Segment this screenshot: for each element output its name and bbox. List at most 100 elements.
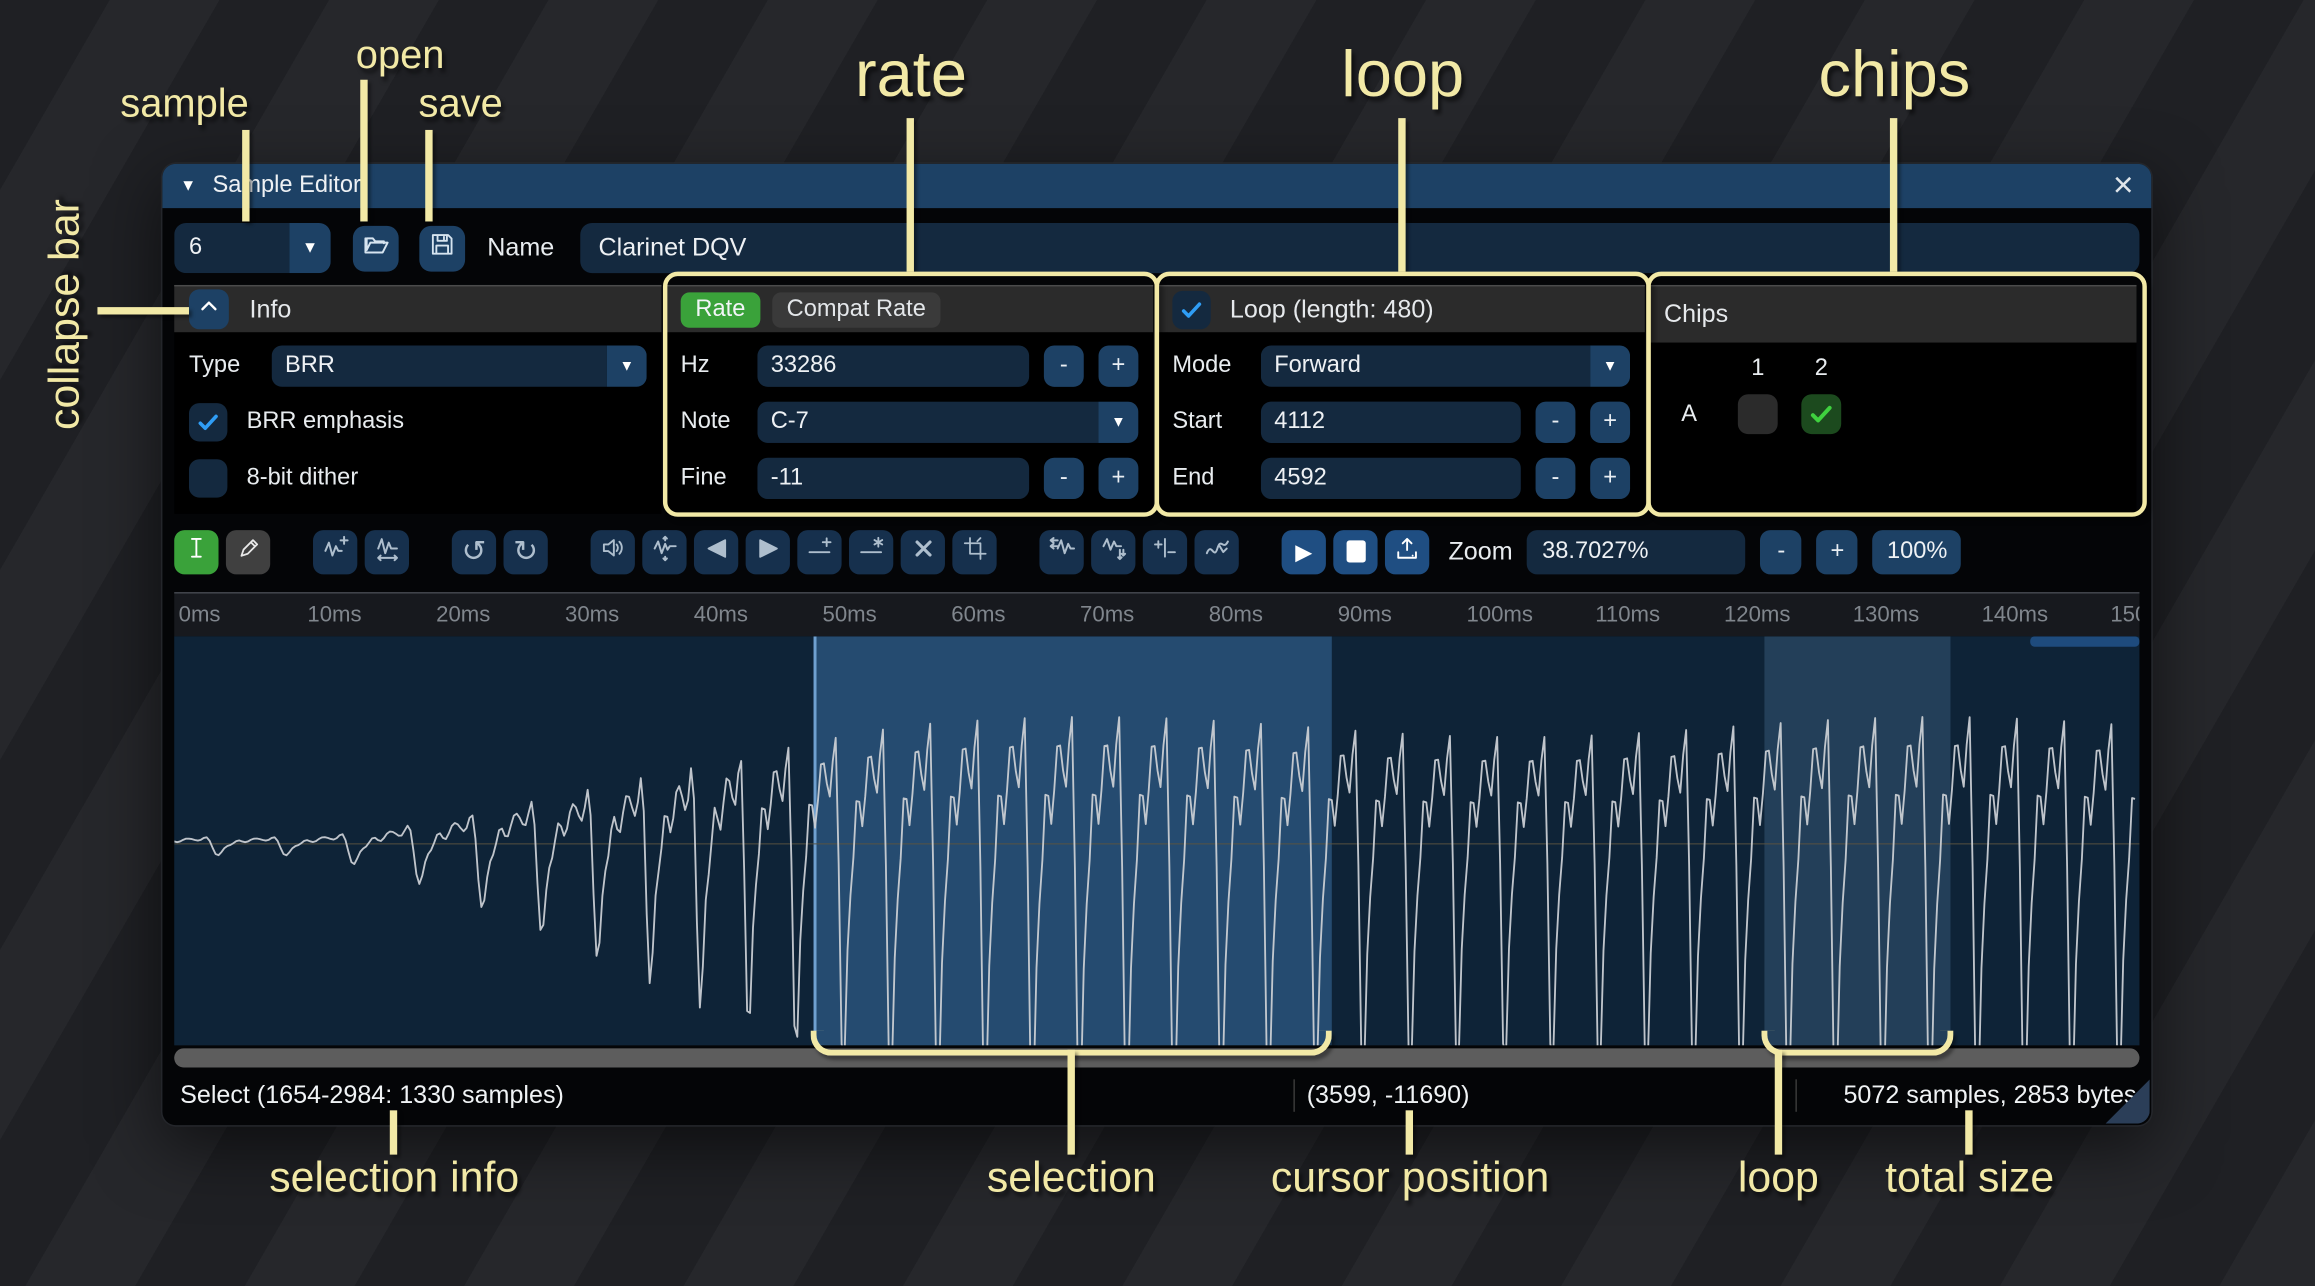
plus-minus-icon	[1152, 534, 1179, 568]
annotation-outline-loop	[1155, 272, 1651, 517]
collapse-bar-button[interactable]	[189, 289, 229, 329]
wave-top-scrollbar-thumb[interactable]	[2030, 636, 2139, 646]
annotation-cursor-position: cursor position	[1271, 1155, 1549, 1204]
zoom-value: 38.7027%	[1542, 538, 1648, 565]
apply-silence-button[interactable]	[849, 529, 893, 573]
x-icon	[912, 537, 934, 567]
annotation-line-open	[360, 80, 367, 222]
ruler-tick: 130ms	[1853, 602, 1919, 627]
play-icon: ▶	[1295, 538, 1312, 565]
insert-silence-button[interactable]	[797, 529, 841, 573]
invert-button[interactable]	[1091, 529, 1135, 573]
annotation-line-sample	[242, 130, 249, 222]
ruler-tick: 60ms	[951, 602, 1005, 627]
wave-plus-icon	[321, 534, 349, 569]
chevron-down-icon: ▼	[607, 346, 647, 387]
info-panel-title: Info	[250, 295, 292, 325]
preview-button[interactable]	[1385, 529, 1429, 573]
selection-info-text: Select (1654-2984: 1330 samples)	[180, 1081, 564, 1111]
wave-reverse-icon	[1048, 534, 1076, 569]
zoom-in-button[interactable]: +	[1817, 529, 1858, 573]
ruler-tick: 150ms	[2110, 602, 2139, 627]
close-icon[interactable]: ×	[2113, 168, 2134, 203]
filter-curve-icon	[1203, 534, 1231, 569]
dither-row: 8-bit dither	[189, 458, 647, 499]
type-dropdown[interactable]: BRR ▼	[272, 346, 647, 387]
reverse-button[interactable]	[1039, 529, 1083, 573]
undo-button[interactable]: ↺	[452, 529, 496, 573]
name-input[interactable]: Clarinet DQV	[581, 223, 2140, 273]
speaker-icon	[599, 534, 626, 568]
status-bar: Select (1654-2984: 1330 samples) (3599, …	[162, 1073, 2151, 1117]
resample-button[interactable]	[365, 529, 409, 573]
draw-mode-button[interactable]	[226, 529, 270, 573]
brr-emphasis-checkbox[interactable]	[189, 403, 227, 441]
resize-button[interactable]	[313, 529, 357, 573]
annotation-collapse-bar: collapse bar	[41, 188, 91, 442]
screenshot-root: ▼ Sample Editor × 6 ▼ Name Clarinet DQV	[0, 0, 2315, 1286]
annotation-line-loop	[1398, 118, 1405, 272]
type-label: Type	[189, 353, 257, 380]
ruler-tick: 110ms	[1595, 602, 1660, 627]
save-button[interactable]	[419, 225, 465, 271]
annotation-line-rate	[907, 118, 914, 272]
filter-button[interactable]	[1194, 529, 1238, 573]
sample-index-select[interactable]: 6 ▼	[174, 223, 331, 273]
ruler-tick: 140ms	[1982, 602, 2048, 627]
stop-icon	[1346, 540, 1365, 562]
sample-toolbar: ↺ ↻ ▶ Zoom 38.7027% - + 100%	[174, 529, 2139, 575]
signed-unsigned-button[interactable]	[1143, 529, 1187, 573]
ruler-tick: 0ms	[179, 602, 221, 627]
ruler-tick: 90ms	[1338, 602, 1392, 627]
time-ruler[interactable]: 0ms10ms20ms30ms40ms50ms60ms70ms80ms90ms1…	[174, 592, 2139, 636]
ruler-tick: 40ms	[694, 602, 748, 627]
open-button[interactable]	[353, 225, 399, 271]
zoom-input[interactable]: 38.7027%	[1527, 529, 1746, 573]
fade-out-button[interactable]	[746, 529, 790, 573]
dither-label: 8-bit dither	[247, 465, 359, 492]
dither-checkbox[interactable]	[189, 459, 227, 497]
total-size-text: 5072 samples, 2853 bytes	[1843, 1081, 2136, 1111]
annotation-selection-info: selection info	[269, 1155, 519, 1204]
annotation-line-cursor-position	[1406, 1110, 1413, 1154]
annotation-line-total-size	[1965, 1110, 1972, 1154]
annotation-line-save	[425, 130, 432, 222]
play-button[interactable]: ▶	[1282, 529, 1326, 573]
wave-vertical-arrows-icon	[650, 534, 678, 569]
fade-out-icon	[755, 535, 780, 567]
annotation-loop: loop	[1341, 38, 1464, 112]
window-collapse-icon[interactable]: ▼	[180, 177, 196, 195]
select-mode-button[interactable]	[174, 529, 218, 573]
info-panel-body: Type BRR ▼ BRR emphasis	[174, 332, 661, 514]
redo-button[interactable]: ↻	[503, 529, 547, 573]
name-value: Clarinet DQV	[599, 233, 747, 263]
annotation-rate: rate	[855, 38, 967, 112]
info-panel-header: Info	[174, 285, 661, 332]
waveform-view[interactable]	[174, 636, 2139, 1045]
ruler-tick: 120ms	[1724, 602, 1790, 627]
zoom-reset-button[interactable]: 100%	[1873, 529, 1962, 573]
annotation-save: save	[419, 81, 503, 127]
annotation-selection: selection	[987, 1155, 1156, 1204]
chevron-down-icon[interactable]: ▼	[289, 223, 330, 273]
sample-controls-row: 6 ▼ Name Clarinet DQV	[174, 223, 2139, 273]
ibeam-cursor-icon	[183, 534, 210, 568]
ruler-tick: 30ms	[565, 602, 619, 627]
annotation-chips: chips	[1819, 38, 1971, 112]
waveform-plot	[174, 636, 2136, 1045]
stop-button[interactable]	[1333, 529, 1377, 573]
ruler-tick: 10ms	[307, 602, 361, 627]
zoom-out-button[interactable]: -	[1761, 529, 1802, 573]
upload-icon	[1394, 534, 1421, 568]
ruler-tick: 50ms	[823, 602, 877, 627]
amplify-button[interactable]	[591, 529, 635, 573]
fade-in-button[interactable]	[694, 529, 738, 573]
cursor-position-text: (3599, -11690)	[1307, 1081, 1470, 1111]
pencil-icon	[236, 535, 261, 567]
ruler-tick: 80ms	[1209, 602, 1263, 627]
normalize-button[interactable]	[642, 529, 686, 573]
line-plus-icon	[806, 534, 833, 568]
trim-button[interactable]	[952, 529, 996, 573]
annotation-line-collapse-bar	[97, 307, 189, 314]
delete-button[interactable]	[901, 529, 945, 573]
